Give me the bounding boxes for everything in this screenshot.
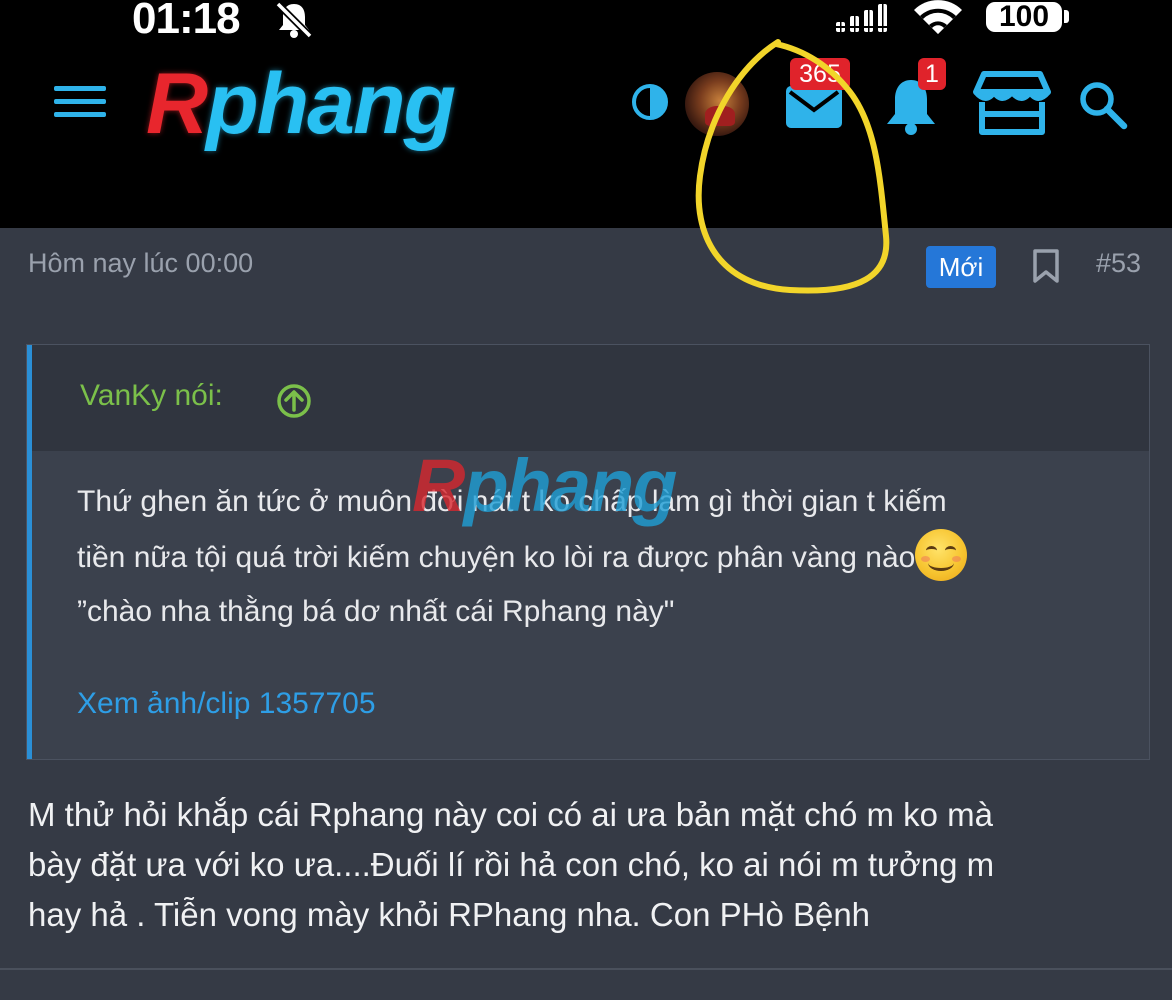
battery-tip xyxy=(1064,10,1069,23)
quote-header: VanKy nói: xyxy=(32,345,1149,451)
post-body-line: bày đặt ưa với ko ưa....Đuối lí rồi hả c… xyxy=(28,846,995,883)
media-link[interactable]: Xem ảnh/clip 1357705 xyxy=(77,687,376,721)
jump-to-quote-icon[interactable] xyxy=(276,383,312,419)
quote-line: tiền nữa tội quá trời kiếm chuyện ko lòi… xyxy=(77,529,1117,585)
logo-wordmark: phang xyxy=(206,56,456,152)
quote-line: ”chào nha thằng bá dơ nhất cái Rphang nà… xyxy=(77,595,675,628)
logo-letter-r: R xyxy=(146,56,208,152)
quote-block: VanKy nói: Thứ ghen ăn tức ở muôn đời ná… xyxy=(26,344,1150,760)
quote-line: Thứ ghen ăn tức ở muôn đời nát t ko chấp… xyxy=(77,485,947,518)
bookmark-icon[interactable] xyxy=(1032,248,1060,284)
site-logo[interactable]: Rphang xyxy=(146,56,456,152)
quote-author[interactable]: VanKy nói: xyxy=(80,379,223,413)
quote-text: Thứ ghen ăn tức ở muôn đời nát t ko chấp… xyxy=(77,475,1117,639)
smiling-face-emoji-icon xyxy=(915,529,968,581)
status-bar: 01:18 100 xyxy=(0,0,1172,58)
post-number[interactable]: #53 xyxy=(1096,248,1141,279)
post-divider xyxy=(0,968,1172,970)
theme-toggle-icon[interactable] xyxy=(630,82,670,122)
battery-level: 100 xyxy=(986,2,1062,32)
silent-mode-icon xyxy=(275,1,313,39)
post-body-line: hay hả . Tiễn vong mày khỏi RPhang nha. … xyxy=(28,896,871,933)
search-icon[interactable] xyxy=(1078,80,1128,130)
cellular-signal-icon xyxy=(836,4,896,34)
new-post-badge: Mới xyxy=(926,246,996,288)
hand-drawn-circle-annotation xyxy=(695,39,890,294)
status-time: 01:18 xyxy=(132,0,241,43)
post-body-line: M thử hỏi khắp cái Rphang này coi có ai … xyxy=(28,796,994,833)
post-body: M thử hỏi khắp cái Rphang này coi có ai … xyxy=(28,790,1138,940)
wifi-icon xyxy=(914,0,962,35)
menu-icon[interactable] xyxy=(54,86,106,126)
post-timestamp[interactable]: Hôm nay lúc 00:00 xyxy=(28,248,253,279)
store-icon[interactable] xyxy=(972,70,1052,136)
notification-count-badge: 1 xyxy=(918,58,946,90)
